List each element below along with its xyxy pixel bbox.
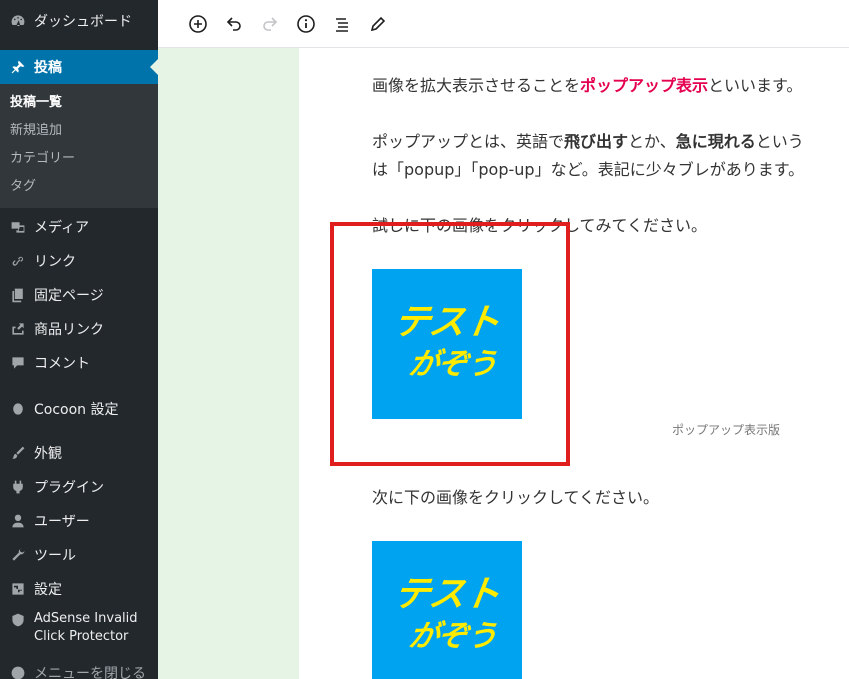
cocoon-icon [8, 399, 28, 419]
settings-sliders-icon [8, 579, 28, 599]
submenu-add-new[interactable]: 新規追加 [0, 117, 158, 145]
list-view-icon [336, 17, 348, 32]
sidebar-item-users[interactable]: ユーザー [0, 504, 158, 538]
plus-circle-icon [189, 14, 207, 33]
sidebar-item-plugins[interactable]: プラグイン [0, 470, 158, 504]
pages-icon [8, 285, 28, 305]
sidebar-item-tools[interactable]: ツール [0, 538, 158, 572]
wrench-icon [8, 545, 28, 565]
comment-icon [8, 353, 28, 373]
sidebar-item-label: 固定ページ [34, 288, 104, 304]
sidebar-item-label: 商品リンク [34, 322, 104, 338]
sidebar-item-label: ツール [34, 548, 76, 564]
list-view-button[interactable] [326, 8, 358, 40]
sidebar-item-label: AdSense Invalid Click Protector [34, 611, 138, 644]
sidebar-item-label: 投稿 [34, 60, 62, 76]
paintbrush-icon [8, 443, 28, 463]
sidebar-item-label: 外観 [34, 446, 62, 462]
test-image-normal[interactable]: テスト がぞう [372, 541, 522, 679]
info-icon [297, 14, 315, 33]
paragraph-popup-intro[interactable]: 画像を拡大表示させることをポップアップ表示といいます。 [372, 72, 802, 100]
editor-margin [158, 48, 299, 679]
submenu-tags[interactable]: タグ [0, 173, 158, 201]
sidebar-item-adsense[interactable]: AdSense Invalid Click Protector [0, 606, 158, 650]
sidebar-item-label: Cocoon 設定 [34, 402, 119, 418]
media-icon [8, 217, 28, 237]
sidebar-item-label: リンク [34, 254, 76, 270]
undo-icon [226, 16, 241, 31]
sidebar-item-label: メニューを閉じる [34, 666, 146, 679]
submenu-categories[interactable]: カテゴリー [0, 145, 158, 173]
pencil-icon [370, 16, 386, 31]
sidebar-item-settings[interactable]: 設定 [0, 572, 158, 606]
sidebar-item-label: ダッシュボード [34, 14, 132, 30]
image-caption: ポップアップ表示版 [672, 423, 781, 437]
submenu-all-posts[interactable]: 投稿一覧 [0, 89, 158, 117]
sidebar-item-appearance[interactable]: 外観 [0, 436, 158, 470]
shield-icon [8, 610, 28, 630]
edit-mode-button[interactable] [362, 8, 394, 40]
dashboard-icon [8, 11, 28, 31]
sidebar-item-links[interactable]: リンク [0, 244, 158, 278]
sidebar-item-label: プラグイン [34, 480, 104, 496]
share-icon [8, 319, 28, 339]
collapse-menu-button[interactable]: メニューを閉じる [0, 658, 158, 679]
paragraph-next-click[interactable]: 次に下の画像をクリックしてください。 [372, 484, 659, 512]
undo-button[interactable] [218, 8, 250, 40]
plugin-icon [8, 477, 28, 497]
user-icon [8, 511, 28, 531]
annotation-highlight-box [330, 222, 570, 466]
editor-toolbar [158, 0, 849, 48]
sidebar-item-label: メディア [34, 220, 90, 236]
collapse-arrow-icon [8, 663, 28, 679]
redo-button[interactable] [254, 8, 286, 40]
sidebar-item-label: ユーザー [34, 514, 90, 530]
sidebar-item-posts[interactable]: 投稿 [0, 50, 158, 84]
add-block-button[interactable] [182, 8, 214, 40]
posts-submenu: 投稿一覧 新規追加 カテゴリー タグ [0, 84, 158, 208]
sidebar-item-pages[interactable]: 固定ページ [0, 278, 158, 312]
sidebar-item-comments[interactable]: コメント [0, 346, 158, 380]
sidebar-item-label: 設定 [34, 582, 62, 598]
pin-icon [8, 57, 28, 77]
info-button[interactable] [290, 8, 322, 40]
admin-sidebar: ダッシュボード 投稿 投稿一覧 新規追加 カテゴリー タグ メディア リンク 固… [0, 0, 158, 679]
link-icon [8, 251, 28, 271]
redo-icon [263, 16, 278, 31]
sidebar-item-cocoon[interactable]: Cocoon 設定 [0, 392, 158, 426]
sidebar-item-product-links[interactable]: 商品リンク [0, 312, 158, 346]
paragraph-popup-meaning[interactable]: ポップアップとは、英語で飛び出すとか、急に現れるという は「popup」「pop-… [372, 128, 804, 184]
sidebar-item-dashboard[interactable]: ダッシュボード [0, 4, 158, 38]
sidebar-item-media[interactable]: メディア [0, 210, 158, 244]
sidebar-item-label: コメント [34, 356, 90, 372]
